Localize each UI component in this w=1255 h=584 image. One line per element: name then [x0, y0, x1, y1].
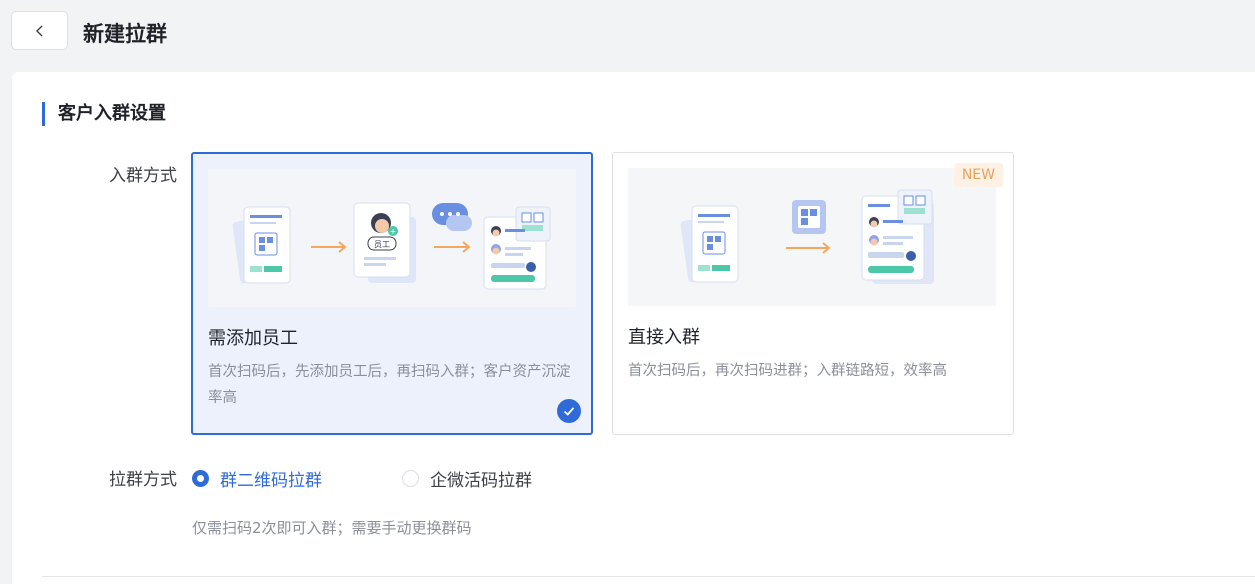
radio-group-qrcode[interactable]: 群二维码拉群: [192, 466, 322, 491]
card-description: 首次扫码后，再次扫码进群；入群链路短，效率高: [628, 363, 947, 379]
check-icon: [563, 407, 575, 416]
radio-dot[interactable]: [192, 470, 209, 487]
page-title: 新建拉群: [83, 22, 167, 46]
card-title: 需添加员工: [208, 328, 298, 349]
radio-label: 群二维码拉群: [220, 471, 322, 491]
chevron-left-icon: [35, 25, 42, 36]
divider: [42, 576, 1255, 577]
join-method-label: 入群方式: [109, 166, 177, 186]
add-staff-illustration: + 员工: [208, 169, 576, 307]
back-button[interactable]: [11, 11, 68, 50]
direct-join-flow-illustration: [680, 189, 934, 284]
card-title: 直接入群: [628, 327, 700, 348]
join-option-add-staff-card[interactable]: + 员工 需添加员工 首次扫码后，先添加员工后，再扫码入群；客户资产沉淀率高: [191, 152, 593, 435]
direct-join-illustration: [628, 168, 996, 306]
selected-badge: [557, 399, 581, 423]
header: 新建拉群: [0, 0, 1255, 64]
radio-label: 企微活码拉群: [430, 471, 532, 491]
pull-method-hint: 仅需扫码2次即可入群；需要手动更换群码: [192, 519, 472, 537]
add-staff-flow-illustration: + 员工: [232, 202, 551, 290]
card-description: 首次扫码后，先添加员工后，再扫码入群；客户资产沉淀率高: [208, 364, 571, 406]
pull-method-label: 拉群方式: [109, 470, 177, 490]
join-option-direct-card[interactable]: NEW 直接入群 首次扫码后，再次扫码进群；入群链路短，效率高: [612, 152, 1014, 435]
radio-dot[interactable]: [402, 470, 419, 487]
settings-panel: 客户入群设置 入群方式 + 员工 需添加员工 首次扫码后，先添加员工后，再扫码入…: [12, 72, 1255, 584]
svg-text:+: +: [390, 227, 397, 236]
new-badge: NEW: [953, 163, 1003, 187]
radio-wecom-live-code[interactable]: 企微活码拉群: [402, 466, 532, 491]
svg-text:员工: 员工: [374, 240, 390, 249]
section-title: 客户入群设置: [42, 102, 166, 126]
